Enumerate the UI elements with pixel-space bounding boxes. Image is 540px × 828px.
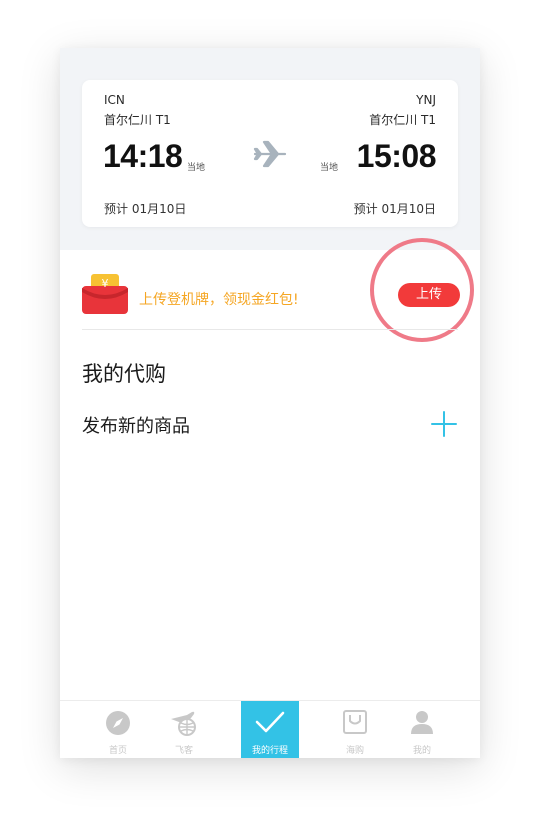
tab-me[interactable]: 我的 (393, 701, 451, 758)
post-new-item-label: 发布新的商品 (82, 416, 190, 437)
plane-globe-icon (171, 711, 196, 736)
departure-eta: 预计 01月10日 (104, 202, 187, 216)
tab-label: 我的 (412, 746, 431, 756)
origin-code: ICN (104, 93, 125, 107)
shopping-bag-icon (343, 710, 367, 734)
tab-flyer[interactable]: 飞客 (155, 701, 213, 758)
plus-icon[interactable] (430, 410, 458, 438)
arrival-eta: 预计 01月10日 (353, 202, 436, 216)
red-envelope-icon: ¥ (82, 274, 128, 314)
person-icon (411, 711, 433, 734)
origin-airport: 首尔仁川 T1 (104, 113, 171, 127)
bottom-tab-bar: 首页 飞客 我的行程 海购 我的 (60, 700, 480, 758)
destination-airport: 首尔仁川 T1 (369, 113, 436, 127)
compass-icon (106, 711, 130, 735)
tab-my-itinerary[interactable]: 我的行程 (241, 701, 299, 758)
highlight-ring (370, 238, 474, 342)
tab-label: 飞客 (174, 746, 193, 756)
promo-text: 上传登机牌，领现金红包! (139, 292, 299, 308)
tab-home[interactable]: 首页 (89, 701, 147, 758)
section-title: 我的代购 (82, 362, 166, 386)
arrival-time: 15:08 (356, 138, 437, 174)
app-screen: ICN YNJ 首尔仁川 T1 首尔仁川 T1 14:18 当地 当地 15:0… (60, 48, 480, 758)
tab-label: 海购 (345, 746, 364, 756)
airplane-icon (253, 140, 287, 168)
destination-code: YNJ (416, 93, 436, 107)
departure-local-tag: 当地 (187, 163, 206, 173)
envelope-yen-symbol: ¥ (102, 277, 109, 290)
departure-time: 14:18 (103, 138, 183, 174)
flight-card[interactable]: ICN YNJ 首尔仁川 T1 首尔仁川 T1 14:18 当地 当地 15:0… (82, 80, 458, 227)
tab-label: 我的行程 (251, 746, 288, 756)
check-icon (255, 711, 285, 733)
tab-label: 首页 (108, 746, 127, 756)
tab-overseas-shopping[interactable]: 海购 (326, 701, 384, 758)
post-new-item-row[interactable]: 发布新的商品 (82, 410, 458, 438)
divider (82, 329, 458, 330)
arrival-local-tag: 当地 (320, 163, 339, 173)
